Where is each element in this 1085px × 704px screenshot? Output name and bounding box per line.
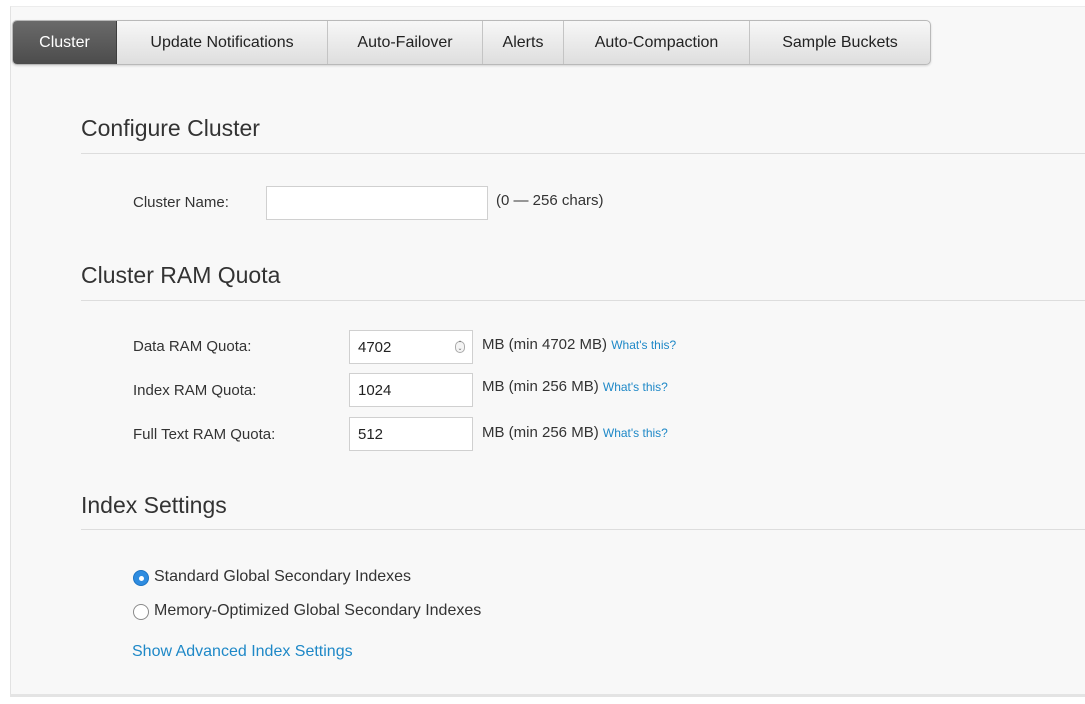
index-ram-quota-input[interactable] [349,373,473,407]
memory-optimized-gsi-label[interactable]: Memory-Optimized Global Secondary Indexe… [154,602,481,620]
data-ram-quota-min: MB (min 4702 MB) What's this? [482,336,676,353]
min-text: MB (min 256 MB) [482,378,599,395]
data-ram-quota-label: Data RAM Quota: [133,338,252,355]
fulltext-ram-quota-input[interactable] [349,417,473,451]
tab-alerts[interactable]: Alerts [483,21,564,64]
cluster-name-label: Cluster Name: [133,194,229,211]
tab-auto-failover[interactable]: Auto-Failover [328,21,483,64]
stepper-icon[interactable]: ⌃ ⌄ [455,341,465,353]
configure-cluster-heading: Configure Cluster [81,115,260,141]
ram-quota-heading: Cluster RAM Quota [81,262,281,288]
min-text: MB (min 4702 MB) [482,336,608,353]
standard-gsi-label[interactable]: Standard Global Secondary Indexes [154,568,411,586]
fulltext-ram-quota-min: MB (min 256 MB) What's this? [482,424,668,441]
fulltext-ram-help-link[interactable]: What's this? [603,426,668,440]
show-advanced-index-settings-link[interactable]: Show Advanced Index Settings [132,643,353,661]
index-ram-quota-label: Index RAM Quota: [133,382,257,399]
cluster-name-hint: (0 — 256 chars) [496,192,604,209]
index-ram-quota-min: MB (min 256 MB) What's this? [482,378,668,395]
section-divider [81,153,1085,154]
min-text: MB (min 256 MB) [482,424,599,441]
settings-tabbar: Cluster Update Notifications Auto-Failov… [12,20,931,65]
fulltext-ram-quota-label: Full Text RAM Quota: [133,426,276,443]
radio-standard-gsi[interactable] [133,570,149,586]
section-divider [81,300,1085,301]
data-ram-help-link[interactable]: What's this? [611,338,676,352]
tab-cluster[interactable]: Cluster [13,21,117,64]
index-settings-heading: Index Settings [81,492,227,518]
index-ram-help-link[interactable]: What's this? [603,380,668,394]
tab-sample-buckets[interactable]: Sample Buckets [750,21,930,64]
tab-auto-compaction[interactable]: Auto-Compaction [564,21,750,64]
section-divider [81,529,1085,530]
tab-update-notifications[interactable]: Update Notifications [117,21,328,64]
panel-bottom-border [10,694,1085,697]
radio-memory-optimized-gsi[interactable] [133,604,149,620]
cluster-name-input[interactable] [266,186,488,220]
